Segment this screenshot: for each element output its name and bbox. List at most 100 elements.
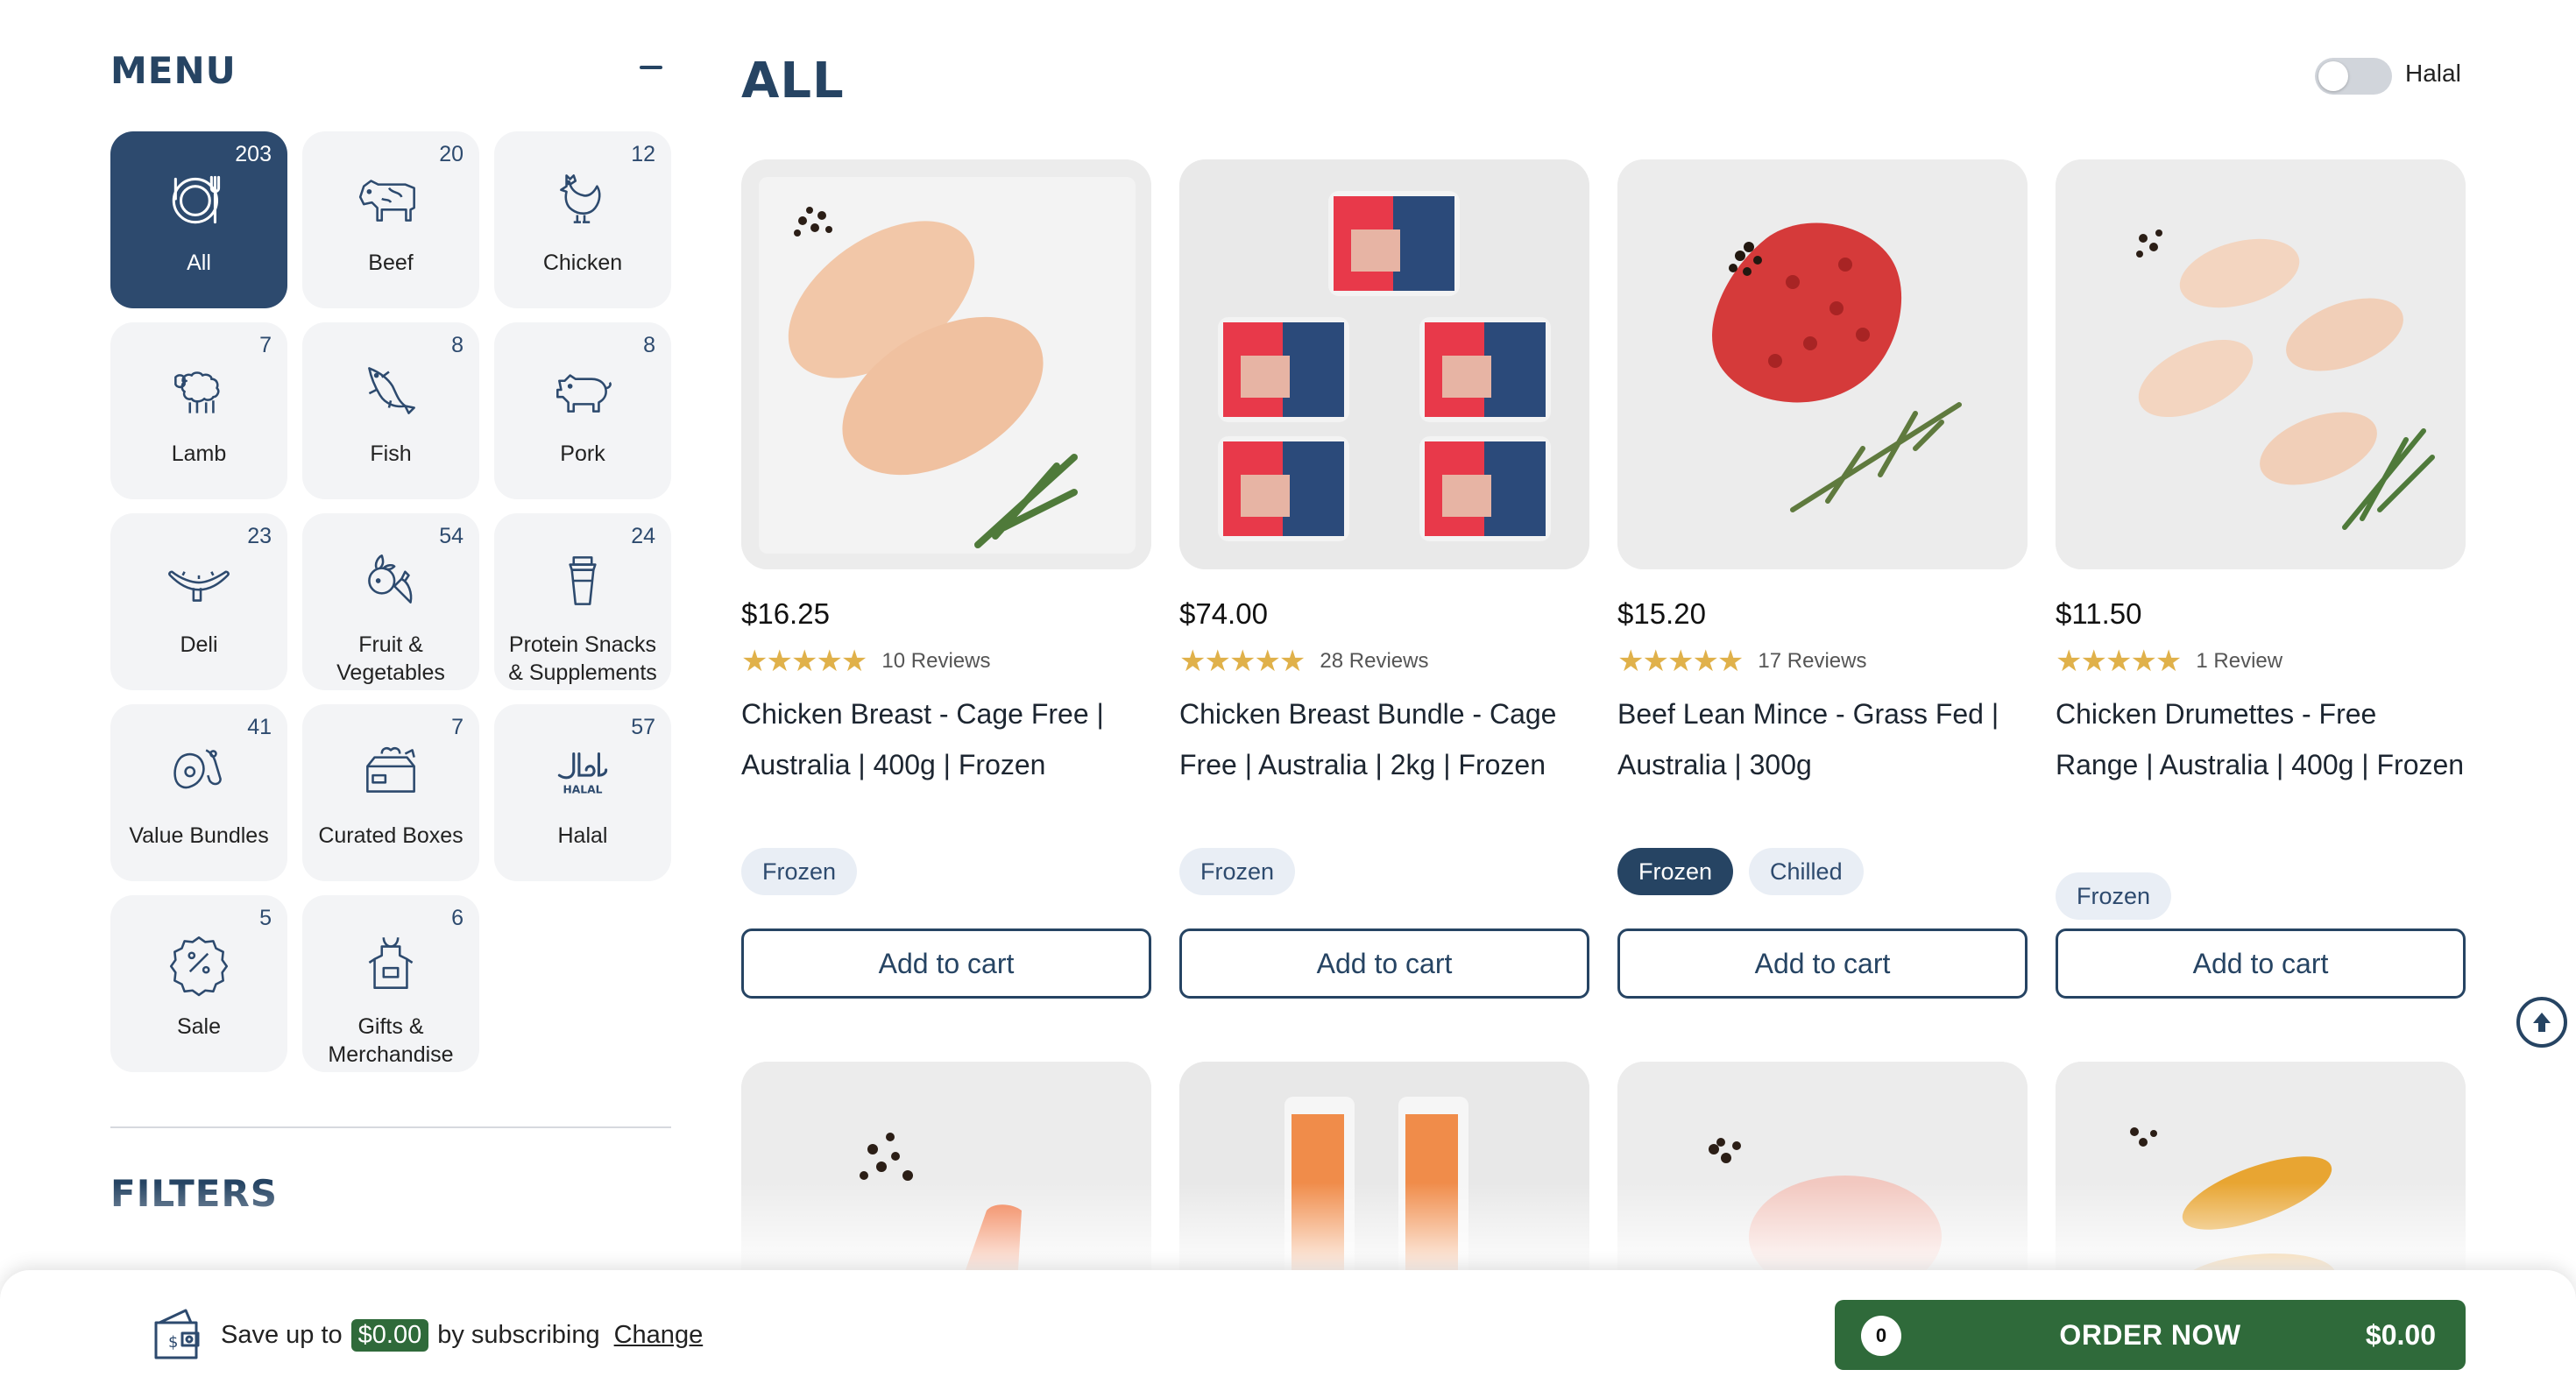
order-now-button[interactable]: 0 ORDER NOW $0.00 [1835, 1300, 2466, 1370]
tag-frozen[interactable]: Frozen [2056, 872, 2172, 920]
product-image[interactable] [2056, 159, 2466, 569]
product-card: $11.50 ★★★★★ 1 Review Chicken Drumettes -… [2056, 159, 2466, 999]
product-name[interactable]: Chicken Breast - Cage Free | Australia |… [741, 688, 1151, 841]
category-tile-value-bundles[interactable]: 41 Value Bundles [110, 704, 287, 881]
tag-frozen[interactable]: Frozen [741, 848, 858, 895]
category-tile-curated-boxes[interactable]: 7 Curated Boxes [302, 704, 479, 881]
halal-toggle-label: Halal [2405, 60, 2461, 87]
halal-toggle[interactable] [2315, 58, 2392, 95]
category-tile-chicken[interactable]: 12 Chicken [494, 131, 671, 308]
minus-icon [640, 66, 662, 69]
menu-title: MENU [110, 49, 237, 92]
category-label: Pork [560, 441, 605, 466]
category-tile-gifts-merchandise[interactable]: 6 Gifts & Merchandise [302, 895, 479, 1072]
category-label: All [187, 251, 211, 275]
product-tags: Frozen [2056, 872, 2466, 921]
category-label: Fish [370, 441, 412, 466]
product-image[interactable] [1179, 159, 1589, 569]
category-count: 12 [631, 142, 655, 166]
category-count: 7 [451, 715, 464, 739]
product-tags: Frozen [1179, 848, 1589, 897]
sidebar-divider [110, 1126, 671, 1128]
tag-frozen[interactable]: Frozen [1617, 848, 1734, 895]
vegetables-icon [351, 541, 430, 620]
halal-icon: HALAL [543, 732, 622, 811]
category-count: 6 [451, 906, 464, 930]
change-link[interactable]: Change [614, 1321, 704, 1350]
product-price: $74.00 [1179, 597, 1268, 630]
product-tags: Frozen Chilled [1617, 848, 2028, 897]
category-count: 8 [643, 333, 655, 357]
menu-collapse-button[interactable] [638, 54, 664, 81]
star-rating-icon: ★★★★★ [1179, 645, 1306, 678]
sheep-icon [159, 350, 238, 429]
arrow-up-icon [2533, 1013, 2551, 1032]
product-name[interactable]: Chicken Breast Bundle - Cage Free | Aust… [1179, 688, 1589, 841]
box-icon [351, 732, 430, 811]
chicken-icon [543, 159, 622, 238]
wallet-icon: $ [149, 1305, 209, 1363]
category-count: 41 [247, 715, 272, 739]
category-label: Value Bundles [129, 823, 269, 848]
star-rating-icon: ★★★★★ [741, 645, 867, 678]
product-card: $74.00 ★★★★★ 28 Reviews Chicken Breast Bu… [1179, 159, 1589, 999]
star-rating-icon: ★★★★★ [2056, 645, 2182, 678]
category-label: Deli [180, 632, 218, 657]
product-price: $16.25 [741, 597, 830, 630]
order-total: $0.00 [2365, 1319, 2436, 1351]
product-price: $11.50 [2056, 597, 2142, 630]
save-suffix: by subscribing [437, 1321, 600, 1349]
save-prefix: Save up to [221, 1321, 343, 1349]
product-name[interactable]: Beef Lean Mince - Grass Fed | Australia … [1617, 688, 2028, 841]
product-rating: ★★★★★ 28 Reviews [1179, 646, 1589, 676]
category-tile-beef[interactable]: 20 Beef [302, 131, 479, 308]
category-tile-pork[interactable]: 8 Pork [494, 322, 671, 499]
tag-frozen[interactable]: Frozen [1179, 848, 1296, 895]
category-tile-sale[interactable]: 5 Sale [110, 895, 287, 1072]
category-count: 54 [439, 524, 464, 548]
svg-text:$: $ [168, 1333, 178, 1352]
category-tile-deli[interactable]: 23 Deli [110, 513, 287, 690]
category-label: Curated Boxes [318, 823, 464, 848]
category-tile-all[interactable]: 203 All [110, 131, 287, 308]
category-count: 7 [259, 333, 272, 357]
pig-icon [543, 350, 622, 429]
meat-bundle-icon [159, 732, 238, 811]
product-rating: ★★★★★ 17 Reviews [1617, 646, 2028, 676]
scroll-to-top-button[interactable] [2516, 997, 2567, 1048]
category-tile-protein-snacks[interactable]: 24 Protein Snacks & Supplements [494, 513, 671, 690]
category-label: Chicken [542, 251, 623, 275]
product-image[interactable] [741, 159, 1151, 569]
category-tile-fruit-vegetables[interactable]: 54 Fruit & Vegetables [302, 513, 479, 690]
category-label: Protein Snacks & Supplements [508, 632, 657, 685]
category-label: Fruit & Vegetables [336, 632, 445, 685]
product-name[interactable]: Chicken Drumettes - Free Range | Austral… [2056, 688, 2466, 841]
add-to-cart-button[interactable]: Add to cart [1179, 928, 1589, 999]
product-card: $15.20 ★★★★★ 17 Reviews Beef Lean Mince -… [1617, 159, 2028, 999]
category-count: 20 [439, 142, 464, 166]
add-to-cart-button[interactable]: Add to cart [1617, 928, 2028, 999]
product-card: $16.25 ★★★★★ 10 Reviews Chicken Breast - … [741, 159, 1151, 999]
sausage-icon [159, 541, 238, 620]
category-label: Lamb [171, 441, 227, 466]
subscribe-savings: Save up to $0.00 by subscribing Change [221, 1319, 703, 1352]
content-fade [0, 1183, 2576, 1270]
tag-chilled[interactable]: Chilled [1749, 848, 1864, 895]
category-count: 24 [631, 524, 655, 548]
category-tile-halal[interactable]: 57 HALAL Halal [494, 704, 671, 881]
product-price: $15.20 [1617, 597, 1706, 630]
star-rating-icon: ★★★★★ [1617, 645, 1744, 678]
product-rating: ★★★★★ 1 Review [2056, 646, 2466, 676]
product-image[interactable] [1617, 159, 2028, 569]
page-title: ALL [741, 53, 845, 109]
category-tile-lamb[interactable]: 7 Lamb [110, 322, 287, 499]
review-count[interactable]: 17 Reviews [1758, 649, 1866, 674]
add-to-cart-button[interactable]: Add to cart [2056, 928, 2466, 999]
add-to-cart-button[interactable]: Add to cart [741, 928, 1151, 999]
category-count: 23 [247, 524, 272, 548]
review-count[interactable]: 10 Reviews [881, 649, 990, 674]
review-count[interactable]: 1 Review [2196, 649, 2282, 674]
category-count: 8 [451, 333, 464, 357]
review-count[interactable]: 28 Reviews [1320, 649, 1428, 674]
category-tile-fish[interactable]: 8 Fish [302, 322, 479, 499]
